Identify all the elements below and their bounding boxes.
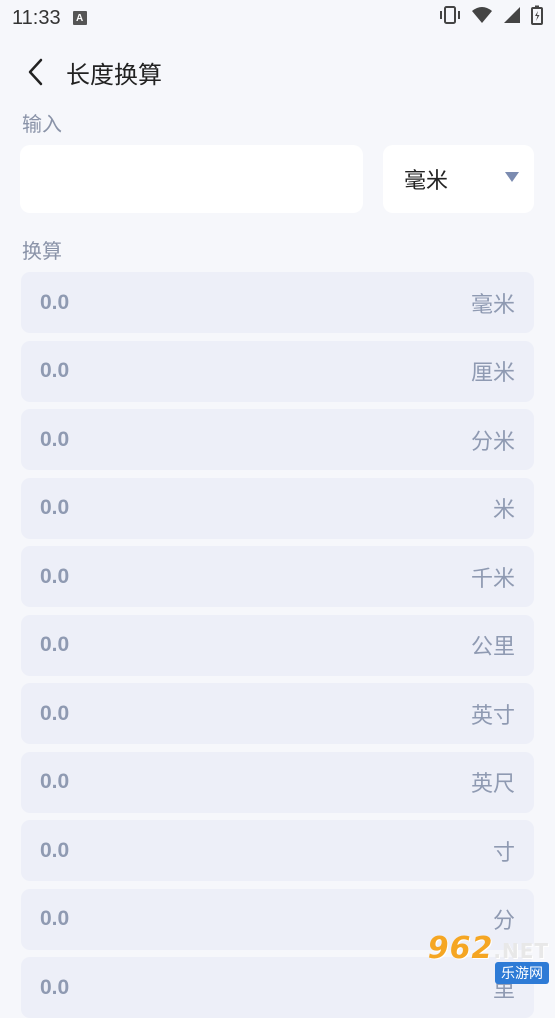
result-row-km: 0.0 千米 xyxy=(21,546,534,607)
result-row-mm: 0.0 毫米 xyxy=(21,272,534,333)
value-input[interactable] xyxy=(20,145,363,213)
result-unit: 寸 xyxy=(492,839,515,865)
input-row: 毫米 xyxy=(0,145,555,213)
result-value: 0.0 xyxy=(40,290,70,314)
watermark-brand: 962 xyxy=(427,931,494,966)
result-row-dm: 0.0 分米 xyxy=(21,409,534,470)
result-row-foot: 0.0 英尺 xyxy=(21,751,534,813)
input-section-label: 输入 xyxy=(22,114,62,136)
vibrate-icon xyxy=(439,5,461,31)
back-button[interactable] xyxy=(20,57,50,87)
result-unit: 千米 xyxy=(470,565,515,591)
watermark-suffix: .NET xyxy=(493,939,549,963)
notification-icon: A xyxy=(72,11,87,25)
watermark-subtitle: 乐游网 xyxy=(495,962,549,984)
site-watermark: 962.NET 乐游网 xyxy=(428,931,549,984)
result-unit: 分米 xyxy=(470,428,515,454)
result-value: 0.0 xyxy=(40,427,70,451)
result-row-cun: 0.0 寸 xyxy=(21,820,534,881)
triangle-down-icon xyxy=(504,170,520,188)
result-unit: 毫米 xyxy=(470,291,515,317)
result-value: 0.0 xyxy=(40,633,70,656)
result-unit: 英尺 xyxy=(470,771,515,796)
page-title: 长度换算 xyxy=(66,61,162,89)
result-value: 0.0 xyxy=(40,359,70,382)
result-row-cm: 0.0 厘米 xyxy=(21,340,534,402)
status-bar: 11:33 A xyxy=(0,0,555,36)
result-value: 0.0 xyxy=(40,496,70,519)
unit-dropdown-label: 毫米 xyxy=(404,168,449,193)
wifi-icon xyxy=(471,6,493,30)
app-header: 长度换算 xyxy=(0,36,555,108)
battery-icon xyxy=(531,5,543,31)
result-value: 0.0 xyxy=(40,701,70,725)
result-value: 0.0 xyxy=(40,907,70,930)
result-unit: 公里 xyxy=(470,634,515,659)
result-row-m: 0.0 米 xyxy=(21,477,534,539)
result-value: 0.0 xyxy=(40,770,70,793)
result-unit: 英寸 xyxy=(470,702,515,728)
unit-dropdown[interactable]: 毫米 xyxy=(383,145,534,213)
status-time: 11:33 xyxy=(12,6,61,29)
result-row-inch: 0.0 英寸 xyxy=(21,683,534,744)
results-list: 0.0 毫米 0.0 厘米 0.0 分米 0.0 米 0.0 千米 0.0 公里… xyxy=(0,272,555,1018)
results-section-label: 换算 xyxy=(22,241,62,263)
chevron-left-icon xyxy=(28,58,43,86)
result-value: 0.0 xyxy=(40,564,70,588)
result-unit: 米 xyxy=(492,497,515,522)
result-value: 0.0 xyxy=(40,838,70,862)
signal-icon xyxy=(503,6,521,30)
result-unit: 厘米 xyxy=(470,360,515,385)
result-row-gongli: 0.0 公里 xyxy=(21,614,534,676)
